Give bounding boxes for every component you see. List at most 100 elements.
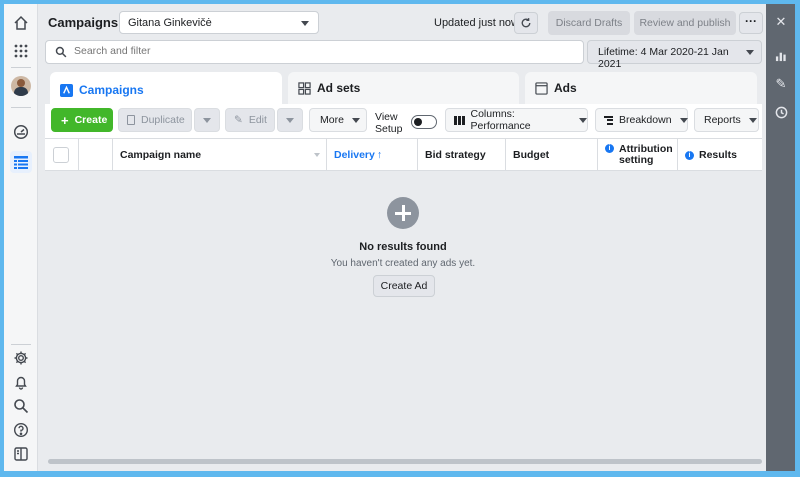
nav-divider (11, 67, 31, 68)
chevron-down-icon (746, 50, 754, 55)
refresh-button[interactable] (514, 12, 538, 34)
edit-dropdown-button[interactable] (277, 108, 303, 132)
campaigns-table-icon[interactable] (10, 151, 32, 173)
tab-ads[interactable]: Ads (525, 72, 757, 104)
toggle-knob (414, 118, 422, 126)
reports-label: Reports (704, 114, 741, 126)
review-and-publish-button[interactable]: Review and publish (634, 11, 736, 35)
tab-campaigns[interactable]: Campaigns (50, 72, 282, 108)
pencil-icon: ✎ (234, 114, 243, 126)
breakdown-selector[interactable]: Breakdown (595, 108, 688, 132)
select-all-checkbox[interactable] (53, 147, 69, 163)
nav-divider (11, 107, 31, 108)
apps-grid-icon[interactable] (10, 40, 32, 62)
help-icon[interactable] (10, 419, 32, 441)
column-header-bid-strategy[interactable]: Bid strategy (418, 139, 506, 171)
page-title: Campaigns (48, 15, 119, 30)
plus-icon: + (61, 112, 69, 128)
settings-gear-icon[interactable] (10, 347, 32, 369)
edit-label: Edit (248, 114, 267, 126)
column-header-budget[interactable]: Budget (506, 139, 598, 171)
breakdown-icon (604, 115, 613, 125)
account-selector[interactable]: Gitana Ginkevičė (119, 11, 319, 34)
view-setup-toggle[interactable] (411, 115, 437, 129)
chevron-down-icon (679, 117, 688, 123)
tab-label: Campaigns (79, 83, 144, 97)
account-name: Gitana Ginkevičė (128, 17, 212, 29)
search-icon (55, 46, 67, 58)
duplicate-button[interactable]: Duplicate (118, 108, 192, 132)
empty-state-subtitle: You haven't created any ads yet. (330, 258, 476, 269)
date-range-selector[interactable]: Lifetime: 4 Mar 2020-21 Jan 2021 (587, 40, 762, 70)
columns-label: Columns: Performance (470, 108, 531, 132)
breakdown-label: Breakdown (619, 114, 672, 126)
close-icon[interactable]: ✕ (773, 14, 789, 30)
notifications-bell-icon[interactable] (10, 371, 32, 393)
tab-label: Ads (554, 81, 577, 95)
info-icon: i (685, 150, 694, 160)
nav-divider (11, 344, 31, 345)
info-icon: i (605, 144, 614, 153)
create-button[interactable]: + Create (51, 108, 113, 132)
column-label: Attribution setting (619, 143, 673, 166)
view-setup-label: View Setup (375, 111, 402, 135)
column-header-delivery[interactable]: Delivery ↑ (327, 139, 418, 171)
column-label: Bid strategy (425, 148, 486, 161)
columns-selector[interactable]: Columns: Performance (445, 108, 588, 132)
table-toolbar: + Create Duplicate ✎ Edit More View Setu… (45, 104, 762, 138)
chevron-down-icon (579, 117, 587, 123)
edit-button[interactable]: ✎ Edit (225, 108, 275, 132)
status-column (79, 139, 113, 171)
empty-state-title: No results found (359, 241, 447, 253)
pencil-icon[interactable]: ✎ (773, 76, 789, 92)
left-navigation (4, 4, 38, 471)
date-range-label: Lifetime: 4 Mar 2020-21 Jan 2021 (598, 46, 729, 70)
more-label: More (320, 114, 344, 126)
chevron-down-icon (351, 117, 360, 123)
select-all-cell (45, 139, 79, 171)
avatar[interactable] (11, 76, 31, 96)
column-header-campaign-name[interactable]: Campaign name (113, 139, 327, 171)
panel-toggle-icon[interactable] (10, 443, 32, 465)
tab-ad-sets[interactable]: Ad sets (288, 72, 519, 104)
create-ad-button[interactable]: Create Ad (373, 275, 435, 297)
search-input[interactable] (74, 45, 474, 57)
chevron-down-icon (286, 117, 294, 123)
refresh-icon (521, 18, 531, 28)
chevron-down-icon (748, 117, 757, 123)
more-actions-button[interactable]: More (309, 108, 367, 132)
ads-manager-window: Campaigns Gitana Ginkevičė Updated just … (4, 4, 795, 471)
reports-selector[interactable]: Reports (694, 108, 759, 132)
discard-drafts-button[interactable]: Discard Drafts (548, 11, 630, 35)
more-options-button[interactable]: ··· (739, 12, 763, 34)
search-icon[interactable] (10, 395, 32, 417)
chevron-down-icon (301, 21, 309, 26)
sort-up-arrow-icon: ↑ (376, 148, 383, 161)
campaigns-flag-icon (59, 83, 73, 97)
column-label: Campaign name (120, 148, 202, 161)
duplicate-icon (127, 115, 135, 125)
dashboard-gauge-icon[interactable] (10, 121, 32, 143)
column-header-attribution-setting[interactable]: i Attribution setting (598, 139, 678, 171)
search-bar[interactable] (45, 40, 584, 64)
add-circle-icon (387, 197, 419, 229)
tab-label: Ad sets (317, 81, 361, 95)
horizontal-scrollbar[interactable] (48, 459, 762, 464)
home-icon[interactable] (10, 12, 32, 34)
view-setup-line: Setup (375, 123, 403, 135)
bar-chart-icon[interactable] (773, 47, 789, 63)
duplicate-label: Duplicate (141, 114, 185, 126)
right-side-panel: ✕ ✎ (766, 4, 795, 471)
ads-page-icon (534, 81, 548, 95)
top-header: Campaigns Gitana Ginkevičė Updated just … (38, 4, 766, 40)
column-header-results[interactable]: i Results (678, 139, 762, 171)
column-label: Results (699, 148, 737, 161)
create-label: Create (74, 114, 108, 126)
column-label: Delivery (334, 148, 375, 161)
history-clock-icon[interactable] (773, 104, 789, 120)
table-header: Campaign name Delivery ↑ Bid strategy Bu… (45, 138, 762, 171)
ad-sets-grid-icon (297, 81, 311, 95)
duplicate-dropdown-button[interactable] (194, 108, 220, 132)
columns-icon (454, 115, 465, 125)
view-setup-line: View (375, 111, 398, 123)
